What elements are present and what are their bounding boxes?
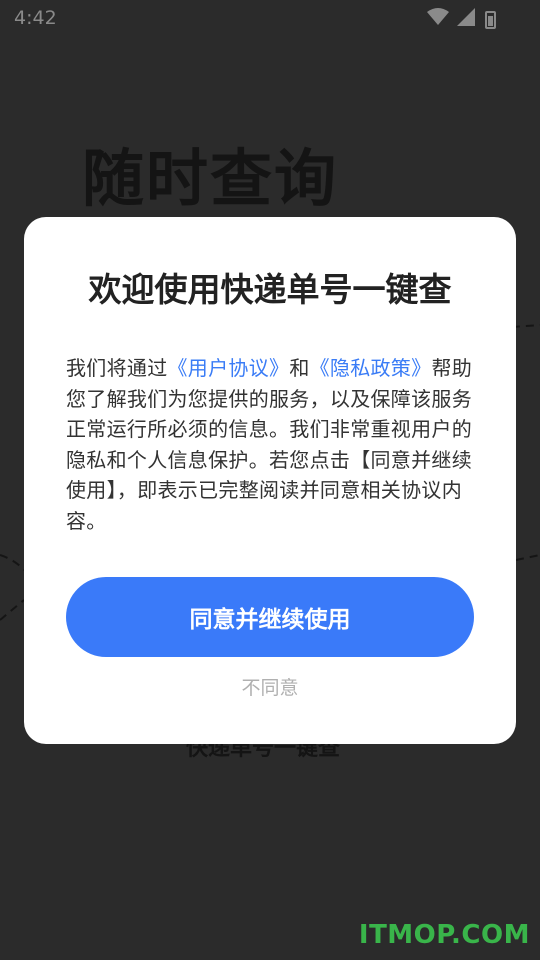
body-text-after: 帮助您了解我们为您提供的服务，以及保障该服务正常运行所必须的信息。我们非常重视用… xyxy=(66,356,473,533)
privacy-policy-link[interactable]: 《隐私政策》 xyxy=(310,356,432,380)
privacy-dialog: 欢迎使用快递单号一键查 我们将通过《用户协议》和《隐私政策》帮助您了解我们为您提… xyxy=(24,217,516,744)
agree-continue-button[interactable]: 同意并继续使用 xyxy=(66,577,474,657)
user-agreement-link[interactable]: 《用户协议》 xyxy=(168,356,290,380)
disagree-button[interactable]: 不同意 xyxy=(24,673,516,700)
body-text-before: 我们将通过 xyxy=(66,356,168,380)
body-text-and: 和 xyxy=(289,356,310,380)
watermark-logo: ITMOP.COM xyxy=(358,920,530,950)
background-title: 随时查询 xyxy=(82,142,339,215)
dialog-title: 欢迎使用快递单号一键查 xyxy=(88,270,452,309)
dialog-body: 我们将通过《用户协议》和《隐私政策》帮助您了解我们为您提供的服务，以及保障该服务… xyxy=(66,353,476,536)
